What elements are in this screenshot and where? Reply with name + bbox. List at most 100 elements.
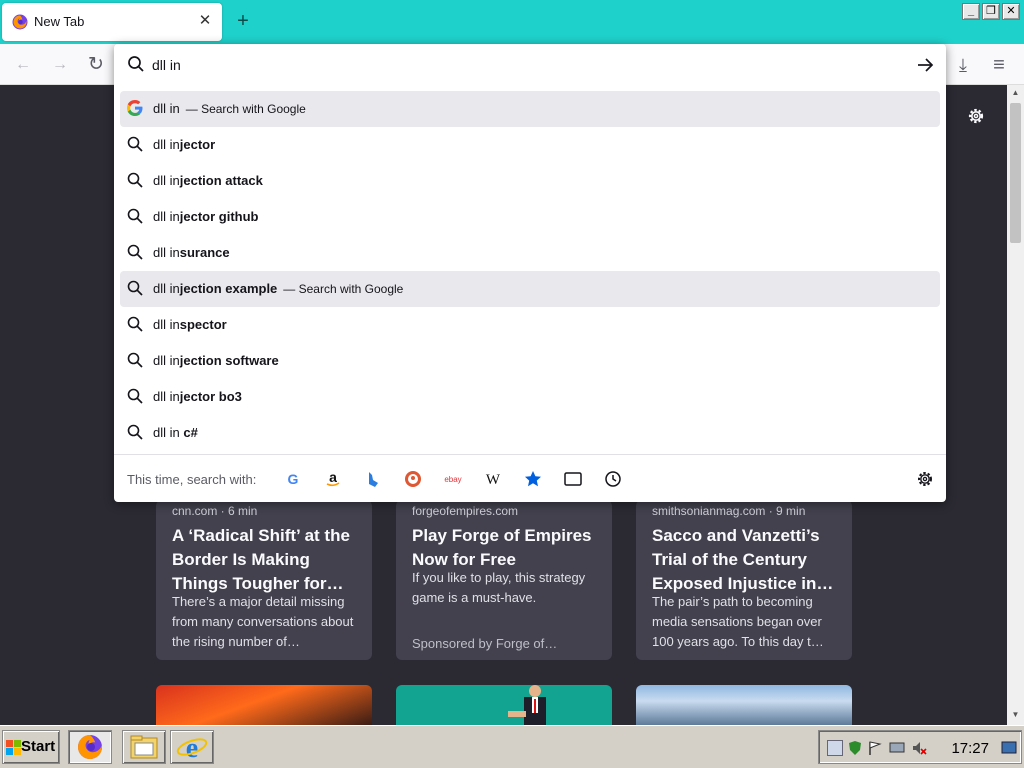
suggestion-row[interactable]: dll injection attack [120,163,940,199]
one-off-search-bar: This time, search with: G a ebay W [114,454,946,502]
card-headline: A ‘Radical Shift’ at the Border Is Makin… [172,526,350,593]
card-excerpt: If you like to play, this strategy game … [412,570,586,605]
card-headline: Sacco and Vanzetti’s Trial of the Centur… [652,526,834,593]
tabs-icon[interactable] [561,467,585,491]
story-thumbnail[interactable] [156,685,372,725]
history-icon[interactable] [601,467,625,491]
back-button[interactable]: ← [12,54,34,76]
suggestion-row[interactable]: dll injector [120,127,940,163]
taskbar-firefox[interactable] [68,730,112,764]
suggestion-text: dll injection software [153,353,279,368]
scrollbar-thumb[interactable] [1010,103,1021,243]
search-icon [127,388,143,404]
restore-button[interactable]: ❐ [982,3,1000,20]
search-icon [127,352,143,368]
suggestion-text: dll insurance [153,245,230,260]
story-card[interactable]: cnn.com · 6 min A ‘Radical Shift’ at the… [156,500,372,660]
svg-text:G: G [288,471,299,487]
search-icon [127,172,143,188]
close-window-button[interactable]: ✕ [1002,3,1020,20]
firefox-icon [78,735,103,759]
google-icon[interactable]: G [281,467,305,491]
suggestion-text: dll injection example — Search with Googl… [153,281,404,296]
suggestion-row[interactable]: dll inspector [120,307,940,343]
gear-icon[interactable] [966,106,986,126]
security-shield-icon[interactable] [847,740,863,756]
svg-text:a: a [329,469,337,485]
suggestion-row[interactable]: dll injector github [120,199,940,235]
suggestion-text: dll injector bo3 [153,389,242,404]
story-card[interactable]: smithsonianmag.com · 9 min Sacco and Van… [636,500,852,660]
new-tab-button[interactable]: + [232,11,254,33]
search-icon [127,424,143,440]
suggestion-text: dll in c# [153,425,198,440]
story-thumbnail[interactable] [396,685,612,725]
scroll-up-icon[interactable]: ▲ [1010,88,1021,100]
search-icon [127,316,143,332]
suggestion-action: — Search with Google [185,102,306,116]
search-icon [127,136,143,152]
page-scrollbar[interactable]: ▲ ▼ [1007,85,1024,725]
taskbar-internet-explorer[interactable]: e [170,730,214,764]
suggestion-row[interactable]: dll insurance [120,235,940,271]
tab-title: New Tab [34,14,85,29]
urlbar-popup: dll in— Search with Google dll injector dl… [114,44,946,502]
suggestion-row[interactable]: dll injection example — Search with Googl… [120,271,940,307]
svg-text:ebay: ebay [444,475,461,484]
person-illustration [508,685,546,725]
duckduckgo-icon[interactable] [401,467,425,491]
reload-button[interactable]: ↻ [85,54,107,76]
start-label: Start [21,738,56,755]
scroll-down-icon[interactable]: ▼ [1010,710,1021,722]
suggestion-text: dll in — Search with Google [153,101,306,116]
search-icon [127,208,143,224]
go-arrow-icon[interactable] [914,54,936,76]
forward-button[interactable]: → [49,54,71,76]
suggestion-text: dll injector github [153,209,259,224]
urlbar-input[interactable] [152,56,852,74]
start-button[interactable]: Start [2,730,60,764]
bookmarks-icon[interactable] [521,467,545,491]
bing-icon[interactable] [361,467,385,491]
card-source: smithsonianmag.com · 9 min [652,504,806,518]
show-desktop-icon[interactable] [1001,740,1017,756]
svg-text:W: W [486,472,501,488]
story-thumbnail[interactable] [636,685,852,725]
display-icon[interactable] [889,740,905,756]
suggestion-row[interactable]: dll injection software [120,343,940,379]
close-tab-button[interactable]: ✕ [196,12,214,30]
search-icon [127,280,143,296]
gear-icon[interactable] [915,469,935,489]
system-tray: 17:27 [818,730,1022,764]
network-icon[interactable] [827,740,843,756]
folder-icon [130,735,158,759]
minimize-button[interactable]: _ [962,3,980,20]
suggestion-row[interactable]: dll in c# [120,415,940,451]
card-sponsor: Sponsored by Forge of… [412,636,558,651]
suggestion-text: dll injector [153,137,216,152]
downloads-button[interactable]: ⤓ [952,54,974,76]
urlbar [114,44,946,84]
ebay-icon[interactable]: ebay [441,467,465,491]
internet-explorer-icon: e [176,733,208,764]
card-excerpt: The pair’s path to becoming media sensat… [652,594,824,649]
suggestion-row[interactable]: dll injector bo3 [120,379,940,415]
wikipedia-icon[interactable]: W [481,467,505,491]
one-off-label: This time, search with: [127,472,257,487]
suggestion-row[interactable]: dll in — Search with Google [120,91,940,127]
card-source: cnn.com · 6 min [172,504,258,518]
flag-icon[interactable] [867,740,883,756]
windows-flag-icon [6,740,21,755]
suggestion-text: dll inspector [153,317,227,332]
google-icon [127,100,143,116]
suggestion-list: dll in — Search with Google dll injector dl… [120,91,940,451]
sponsored-card[interactable]: forgeofempires.com Play Forge of Empires… [396,500,612,660]
tab-bar: New Tab ✕ + _ ❐ ✕ [0,0,1024,44]
taskbar: Start e 17:27 [0,725,1024,768]
card-headline: Play Forge of Empires Now for Free [412,526,592,569]
amazon-icon[interactable]: a [321,467,345,491]
app-menu-button[interactable]: ≡ [988,54,1010,76]
volume-muted-icon[interactable] [911,740,927,756]
tab-new-tab[interactable]: New Tab ✕ [2,3,222,41]
taskbar-explorer[interactable] [122,730,166,764]
